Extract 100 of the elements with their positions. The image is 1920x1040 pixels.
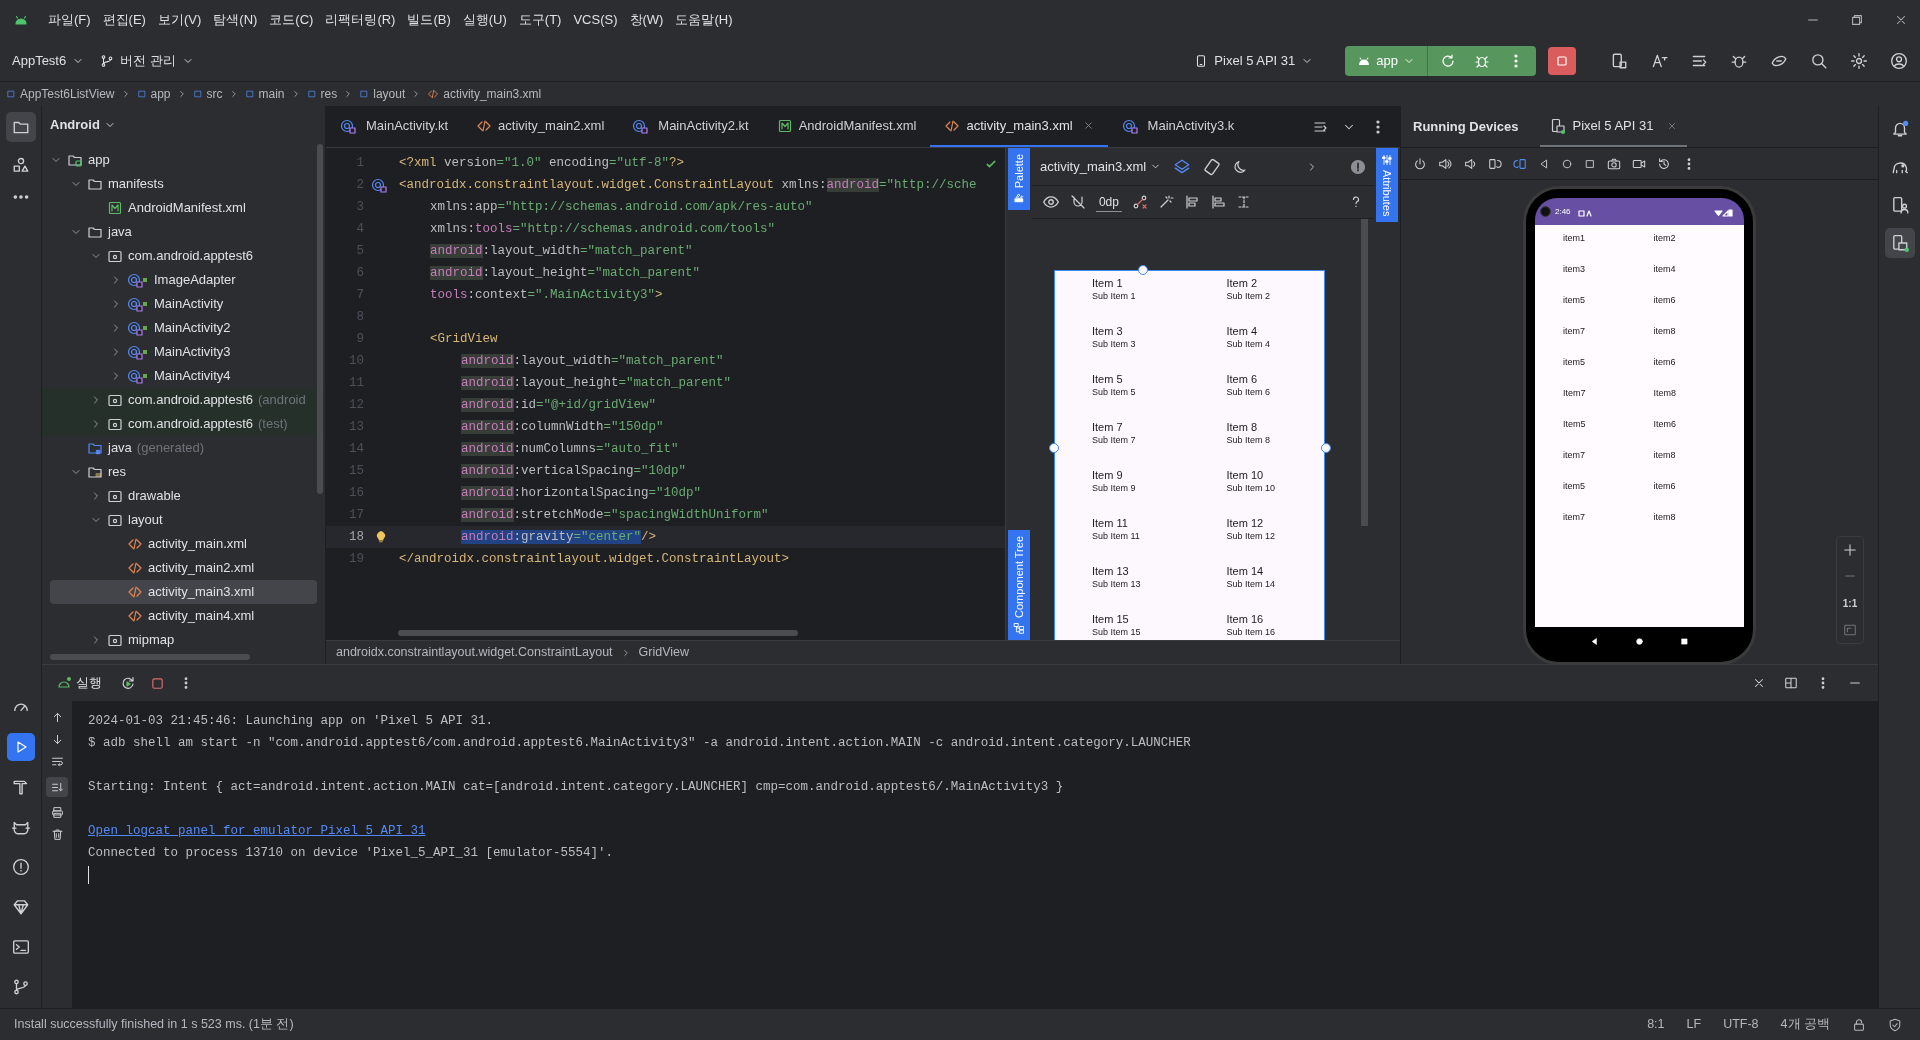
device-person-icon[interactable] bbox=[1890, 196, 1909, 214]
reset-icon[interactable] bbox=[1657, 156, 1671, 171]
tree-item[interactable]: activity_main.xml bbox=[42, 532, 325, 556]
device-manager-button[interactable] bbox=[1884, 228, 1915, 258]
vcs-menu[interactable]: 버전 관리 bbox=[92, 45, 202, 76]
menu-item[interactable]: 창(W) bbox=[623, 10, 670, 30]
git-icon[interactable] bbox=[11, 978, 30, 996]
lock-icon[interactable] bbox=[1852, 1017, 1866, 1032]
back-icon[interactable] bbox=[1590, 637, 1599, 646]
run-tab[interactable]: 실행 bbox=[52, 673, 106, 693]
breadcrumb-item[interactable]: src bbox=[192, 85, 223, 103]
breadcrumb-item[interactable]: AppTest6ListView bbox=[6, 85, 115, 103]
align-icon[interactable] bbox=[1209, 194, 1226, 210]
resize-handle[interactable] bbox=[1048, 443, 1059, 453]
tree-item[interactable]: MainActivity4 bbox=[42, 364, 325, 388]
stop-icon[interactable] bbox=[150, 675, 165, 691]
menu-item[interactable]: 파일(F) bbox=[42, 10, 97, 30]
pack-icon[interactable] bbox=[1183, 194, 1200, 210]
restart-icon[interactable] bbox=[1440, 52, 1456, 69]
rotate-left-icon[interactable] bbox=[1488, 156, 1502, 171]
default-margin-control[interactable]: 0dp bbox=[1095, 192, 1122, 212]
zoom-in-icon[interactable] bbox=[1843, 543, 1857, 558]
menu-item[interactable]: VCS(S) bbox=[567, 10, 624, 30]
breadcrumb-item[interactable]: activity_main3.xml bbox=[427, 85, 542, 103]
scroll-to-end-button[interactable] bbox=[46, 777, 68, 797]
trash-icon[interactable] bbox=[50, 828, 64, 841]
editor-tab[interactable]: AndroidManifest.xml bbox=[762, 106, 931, 147]
shield-icon[interactable] bbox=[1888, 1017, 1902, 1032]
notifications-icon[interactable] bbox=[1890, 120, 1909, 138]
menu-item[interactable]: 편집(E) bbox=[96, 10, 152, 30]
project-tool-button[interactable] bbox=[5, 112, 36, 142]
tree-item[interactable]: manifests bbox=[42, 172, 325, 196]
search-icon[interactable] bbox=[1810, 51, 1828, 70]
close-icon[interactable] bbox=[1667, 120, 1678, 131]
tree-item[interactable]: res bbox=[42, 460, 325, 484]
stop-button[interactable] bbox=[1548, 46, 1576, 75]
tree-item[interactable]: MainActivity3 bbox=[42, 340, 325, 364]
menu-item[interactable]: 리팩터링(R) bbox=[319, 10, 402, 30]
breadcrumb-item[interactable]: app bbox=[136, 85, 171, 103]
volume-up-icon[interactable] bbox=[1438, 156, 1452, 171]
actual-size-button[interactable]: 1:1 bbox=[1842, 595, 1858, 611]
close-icon[interactable] bbox=[1082, 120, 1094, 131]
editor-tab[interactable]: MainActivity.kt bbox=[326, 106, 463, 147]
scrollbar[interactable] bbox=[50, 654, 250, 660]
menu-item[interactable]: 도구(T) bbox=[512, 10, 568, 30]
volume-down-icon[interactable] bbox=[1463, 156, 1477, 171]
tree-item[interactable]: layout bbox=[42, 508, 325, 532]
tree-item[interactable]: activity_main3.xml bbox=[50, 580, 317, 604]
breadcrumb-item[interactable]: res bbox=[306, 85, 338, 103]
tree-item[interactable]: app bbox=[42, 148, 325, 172]
camera-icon[interactable] bbox=[1607, 156, 1621, 171]
overview-icon[interactable] bbox=[1584, 157, 1596, 170]
run-tool-button[interactable] bbox=[6, 733, 35, 761]
rotate-right-icon[interactable] bbox=[1513, 156, 1527, 171]
eye-icon[interactable] bbox=[1041, 193, 1060, 211]
status-item[interactable]: 4개 공백 bbox=[1780, 1015, 1830, 1034]
soft-wrap-icon[interactable] bbox=[50, 755, 64, 768]
overview-icon[interactable] bbox=[1680, 637, 1689, 646]
tree-item[interactable]: ImageAdapter bbox=[42, 268, 325, 292]
rerun-icon[interactable] bbox=[120, 675, 136, 691]
layout-icon[interactable] bbox=[1784, 676, 1798, 690]
gem-icon[interactable] bbox=[11, 898, 30, 916]
component-tree-tab[interactable]: Component Tree bbox=[1008, 530, 1030, 640]
menu-item[interactable]: 도움말(H) bbox=[669, 10, 739, 30]
magnet-off-icon[interactable] bbox=[1069, 194, 1086, 210]
editor-tab[interactable]: activity_main2.xml bbox=[462, 106, 619, 147]
clear-constraints-icon[interactable] bbox=[1131, 194, 1148, 210]
menu-item[interactable]: 탐색(N) bbox=[207, 10, 264, 30]
breadcrumb-item[interactable]: main bbox=[244, 85, 285, 103]
tree-item[interactable]: activity_main2.xml bbox=[42, 556, 325, 580]
layout-preview[interactable] bbox=[1053, 270, 1325, 640]
editor-tab[interactable]: MainActivity3.k bbox=[1107, 106, 1249, 147]
scrollbar[interactable] bbox=[317, 144, 323, 494]
device-file-icon[interactable] bbox=[1610, 51, 1628, 70]
menu-item[interactable]: 코드(C) bbox=[263, 10, 320, 30]
settings-icon[interactable] bbox=[1850, 51, 1868, 70]
structure-path-item[interactable]: androidx.constraintlayout.widget.ConstraintLayout bbox=[336, 643, 613, 662]
structure-icon[interactable] bbox=[11, 156, 30, 174]
tree-item[interactable]: com.android.apptest6 bbox=[42, 244, 325, 268]
structure-path-item[interactable]: GridView bbox=[638, 643, 690, 662]
tree-item[interactable]: activity_main4.xml bbox=[42, 604, 325, 628]
home-icon[interactable] bbox=[1561, 157, 1573, 170]
terminal-icon[interactable] bbox=[11, 938, 30, 956]
print-icon[interactable] bbox=[50, 806, 64, 819]
tree-item[interactable]: drawable bbox=[42, 484, 325, 508]
menu-item[interactable]: 보기(V) bbox=[151, 10, 208, 30]
power-icon[interactable] bbox=[1413, 156, 1427, 171]
layers-icon[interactable] bbox=[1173, 157, 1192, 176]
home-icon[interactable] bbox=[1635, 637, 1644, 646]
tree-item[interactable]: java (generated) bbox=[42, 436, 325, 460]
bulb-icon[interactable] bbox=[374, 530, 388, 544]
menu-item[interactable]: 실행(U) bbox=[456, 10, 513, 30]
tree-item[interactable]: MainActivity bbox=[42, 292, 325, 316]
warning-icon[interactable] bbox=[1350, 158, 1367, 175]
tree-item[interactable]: java bbox=[42, 220, 325, 244]
attributes-tab[interactable]: Attributes bbox=[1376, 148, 1399, 223]
problems-icon[interactable] bbox=[11, 858, 30, 876]
fit-screen-icon[interactable] bbox=[1843, 622, 1857, 637]
editor-tab[interactable]: MainActivity2.kt bbox=[618, 106, 763, 147]
hammer-icon[interactable] bbox=[11, 778, 30, 796]
